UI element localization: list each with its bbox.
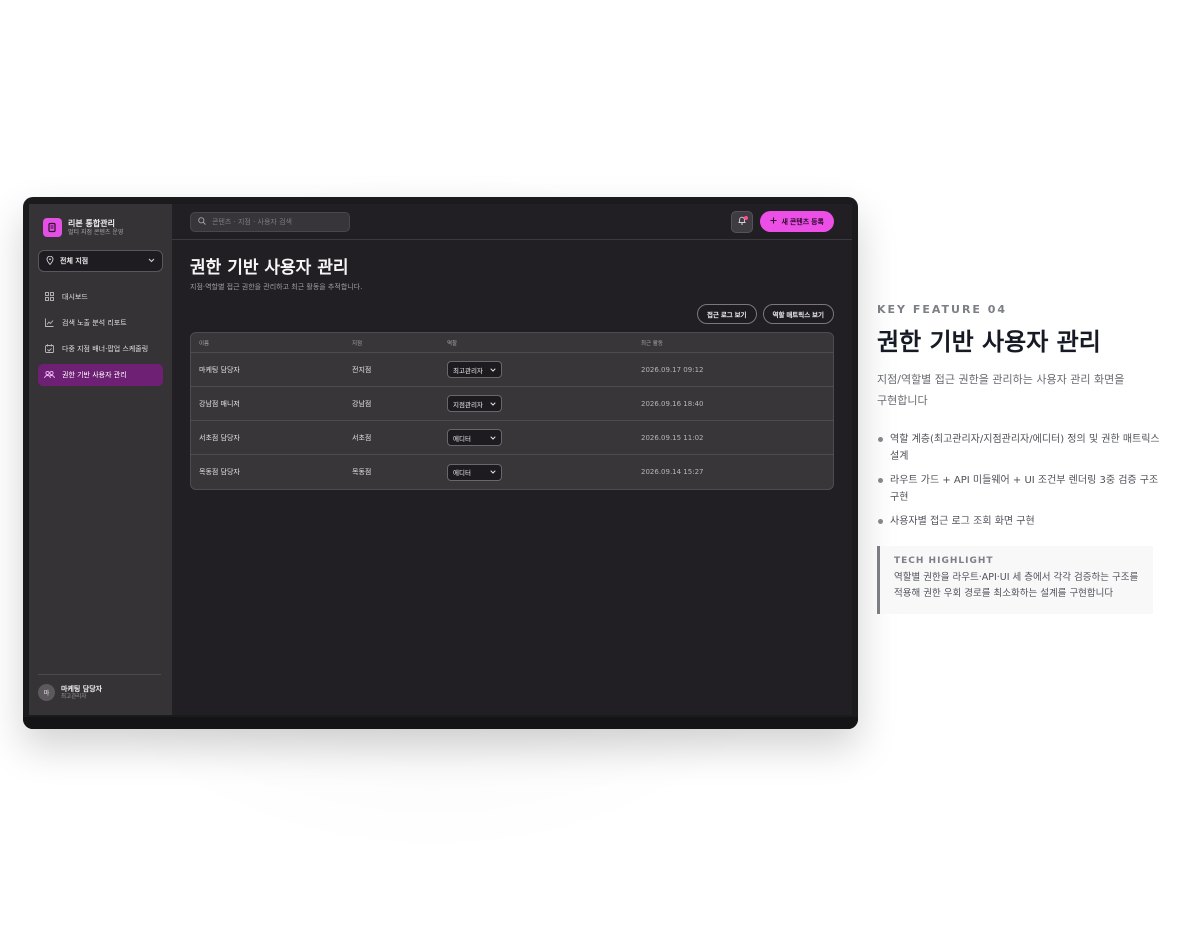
role-select-value: 에디터 <box>453 469 471 477</box>
device-frame: 리본 통합관리 멀티 지점 콘텐츠 운영 전체 지점 대시보드 검색 노출 분석… <box>23 197 858 729</box>
table-header: 이름 지점 역할 최근 활동 <box>191 333 833 353</box>
cell-branch: 전지점 <box>352 365 372 374</box>
table-row[interactable]: 마케팅 담당자 전지점 최고관리자 2026.09.17 09:12 <box>191 353 833 387</box>
cell-branch: 목동점 <box>352 468 372 476</box>
role-select-value: 지점관리자 <box>453 400 483 409</box>
brand-title: 리본 통합관리 <box>68 218 115 228</box>
new-content-button[interactable]: 새 콘텐츠 등록 <box>760 211 834 232</box>
column-header-branch[interactable]: 지점 <box>352 339 447 347</box>
calendar-icon <box>44 343 54 355</box>
sidebar-item-search-report[interactable]: 검색 노출 분석 리포트 <box>38 312 163 334</box>
chevron-down-icon <box>490 366 496 374</box>
column-header-role[interactable]: 역할 <box>447 339 641 347</box>
page-description: 지점·역할별 접근 권한을 관리하고 최근 활동을 추적합니다. <box>190 283 363 291</box>
page-title: 권한 기반 사용자 관리 <box>190 258 349 278</box>
sidebar-user[interactable]: 마 마케팅 담당자 최고관리자 <box>38 674 161 701</box>
feature-title: 권한 기반 사용자 관리 <box>877 328 1101 356</box>
brand-subtitle: 멀티 지점 콘텐츠 운영 <box>68 228 124 236</box>
main-area: 새 콘텐츠 등록 권한 기반 사용자 관리 지점·역할별 접근 권한을 관리하고… <box>172 204 852 715</box>
users-table: 이름 지점 역할 최근 활동 마케팅 담당자 전지점 최고관리자 2026.09… <box>190 332 834 490</box>
table-row[interactable]: 서초점 담당자 서초점 에디터 2026.09.15 11:02 <box>191 421 833 455</box>
cell-last-activity: 2026.09.17 09:12 <box>641 365 704 374</box>
user-role: 최고관리자 <box>61 693 87 700</box>
user-name: 마케팅 담당자 <box>61 684 103 693</box>
table-row[interactable]: 강남점 매니저 강남점 지점관리자 2026.09.16 18:40 <box>191 387 833 421</box>
sidebar-item-label: 대시보드 <box>62 293 88 301</box>
page-actions: 접근 로그 보기 역할 매트릭스 보기 <box>190 304 834 324</box>
users-icon <box>44 370 55 381</box>
cell-name: 마케팅 담당자 <box>199 365 240 374</box>
chevron-down-icon <box>490 434 496 442</box>
cell-name: 강남점 매니저 <box>199 399 240 408</box>
role-select-value: 에디터 <box>453 434 471 443</box>
role-select[interactable]: 에디터 <box>447 429 502 446</box>
feature-kicker: KEY FEATURE 04 <box>877 303 1008 316</box>
role-select-value: 최고관리자 <box>453 366 483 375</box>
avatar: 마 <box>38 684 55 701</box>
table-row[interactable]: 목동점 담당자 목동점 에디터 2026.09.14 15:27 <box>191 455 833 489</box>
search-icon <box>198 216 206 227</box>
tech-highlight: TECH HIGHLIGHT 역할별 권한을 라우트·API·UI 세 층에서 … <box>877 546 1153 614</box>
brand-logo-icon <box>43 218 62 237</box>
branch-select[interactable]: 전체 지점 <box>38 250 163 272</box>
page-content: 권한 기반 사용자 관리 지점·역할별 접근 권한을 관리하고 최근 활동을 추… <box>172 258 852 490</box>
column-header-last-activity[interactable]: 최근 활동 <box>641 339 833 347</box>
cell-branch: 강남점 <box>352 399 372 408</box>
sidebar-item-label: 다중 지점 배너·팝업 스케줄링 <box>62 345 149 353</box>
notification-button[interactable] <box>731 210 754 233</box>
brand: 리본 통합관리 멀티 지점 콘텐츠 운영 <box>43 218 163 237</box>
chevron-down-icon <box>490 468 496 476</box>
topbar: 새 콘텐츠 등록 <box>172 204 852 240</box>
highlight-title: TECH HIGHLIGHT <box>894 556 994 566</box>
cell-name: 서초점 담당자 <box>199 433 240 442</box>
role-matrix-button[interactable]: 역할 매트릭스 보기 <box>762 304 834 324</box>
chevron-down-icon <box>490 400 496 408</box>
access-log-button[interactable]: 접근 로그 보기 <box>697 304 757 324</box>
feature-description: KEY FEATURE 04 권한 기반 사용자 관리 지점/역할별 접근 권한… <box>877 303 1167 614</box>
new-content-label: 새 콘텐츠 등록 <box>781 218 824 226</box>
search-box[interactable] <box>190 211 350 232</box>
sidebar-item-scheduling[interactable]: 다중 지점 배너·팝업 스케줄링 <box>38 338 163 360</box>
cell-last-activity: 2026.09.14 15:27 <box>641 468 704 476</box>
device-bottom-bar <box>23 717 858 729</box>
highlight-body: 역할별 권한을 라우트·API·UI 세 층에서 각각 검증하는 구조를 적용해… <box>894 572 1139 599</box>
cell-branch: 서초점 <box>352 433 372 442</box>
notification-dot <box>744 215 749 220</box>
location-pin-icon <box>46 255 54 267</box>
sidebar-item-dashboard[interactable]: 대시보드 <box>38 286 163 308</box>
role-select[interactable]: 최고관리자 <box>447 361 502 378</box>
feature-body: 지점/역할별 접근 권한을 관리하는 사용자 관리 화면을 구현합니다 <box>877 373 1125 407</box>
role-select[interactable]: 지점관리자 <box>447 395 502 412</box>
list-item: 사용자별 접근 로그 조회 화면 구현 <box>877 513 1167 530</box>
sidebar-item-label: 검색 노출 분석 리포트 <box>62 319 127 327</box>
list-item: 라우트 가드 + API 미들웨어 + UI 조건부 렌더링 3중 검증 구조 … <box>877 472 1167 506</box>
app-screen: 리본 통합관리 멀티 지점 콘텐츠 운영 전체 지점 대시보드 검색 노출 분석… <box>29 204 852 715</box>
grid-icon <box>44 291 54 303</box>
sidebar-item-user-management[interactable]: 권한 기반 사용자 관리 <box>38 364 163 386</box>
sidebar-item-label: 권한 기반 사용자 관리 <box>62 371 127 379</box>
plus-icon <box>770 217 777 226</box>
cell-last-activity: 2026.09.15 11:02 <box>641 433 704 442</box>
sidebar-nav: 대시보드 검색 노출 분석 리포트 다중 지점 배너·팝업 스케줄링 권한 기반… <box>38 286 163 386</box>
feature-bullets: 역할 계층(최고관리자/지점관리자/에디터) 정의 및 권한 매트릭스 설계 라… <box>877 431 1167 530</box>
list-item: 역할 계층(최고관리자/지점관리자/에디터) 정의 및 권한 매트릭스 설계 <box>877 431 1167 465</box>
chart-line-icon <box>44 318 54 329</box>
branch-select-label: 전체 지점 <box>60 257 89 265</box>
cell-last-activity: 2026.09.16 18:40 <box>641 399 704 408</box>
topbar-actions: 새 콘텐츠 등록 <box>731 210 834 233</box>
sidebar: 리본 통합관리 멀티 지점 콘텐츠 운영 전체 지점 대시보드 검색 노출 분석… <box>29 204 172 715</box>
column-header-name[interactable]: 이름 <box>199 339 352 347</box>
role-select[interactable]: 에디터 <box>447 463 502 481</box>
cell-name: 목동점 담당자 <box>199 468 240 476</box>
chevron-down-icon <box>148 257 155 265</box>
search-input[interactable] <box>212 217 332 226</box>
